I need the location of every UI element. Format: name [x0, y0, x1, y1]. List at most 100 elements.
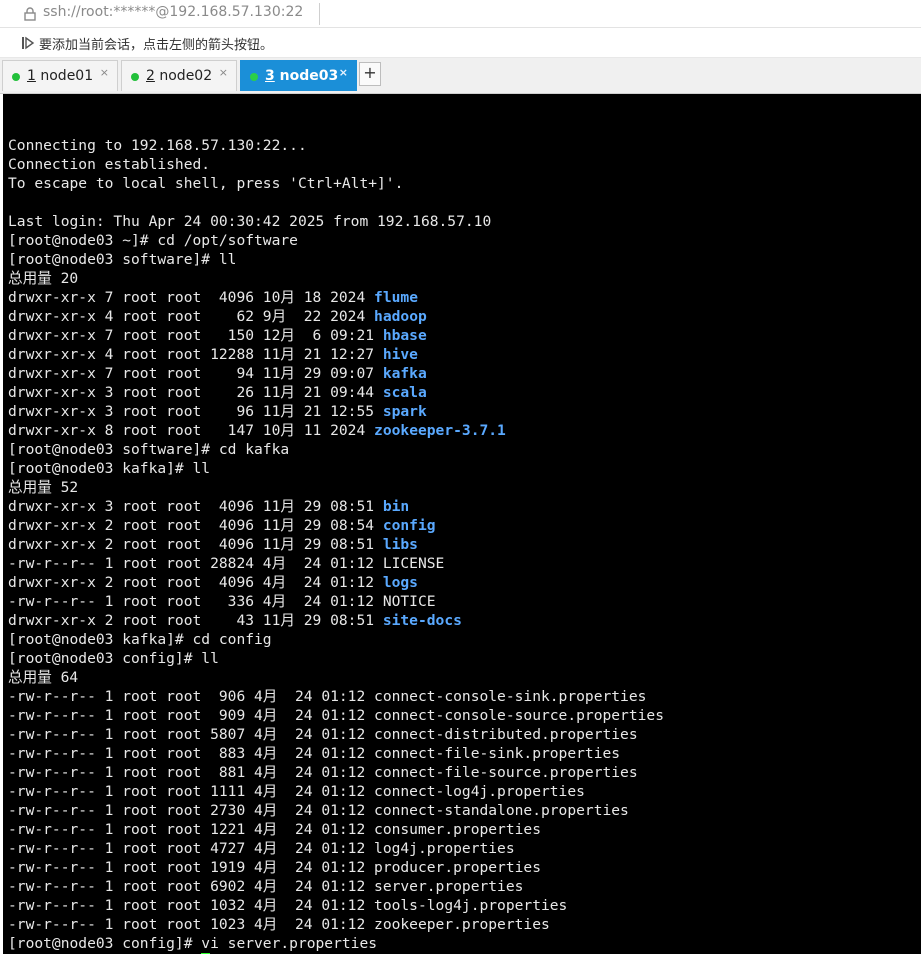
terminal-text: Connection established.	[8, 156, 211, 173]
terminal-text: To escape to local shell, press 'Ctrl+Al…	[8, 175, 404, 192]
terminal-line: -rw-r--r-- 1 root root 28824 4月 24 01:12…	[8, 554, 664, 573]
directory-name: kafka	[382, 365, 427, 382]
terminal-line: [root@node03 kafka]# ll	[8, 459, 664, 478]
terminal-output[interactable]: Connecting to 192.168.57.130:22... Connec…	[3, 94, 921, 954]
terminal-text: Last login: Thu Apr 24 00:30:42 2025 fro…	[8, 213, 492, 230]
address-text[interactable]: ssh://root:******@192.168.57.130:22	[43, 4, 303, 20]
terminal-text: 总用量 52	[8, 479, 79, 496]
terminal-line: 总用量 20	[8, 269, 664, 288]
tab-label: 2 node02	[146, 68, 213, 84]
terminal-line: Connecting to 192.168.57.130:22...	[8, 136, 664, 155]
terminal-line: drwxr-xr-x 4 root root 12288 11月 21 12:2…	[8, 345, 664, 364]
address-bar[interactable]: ssh://root:******@192.168.57.130:22	[0, 0, 921, 28]
tab-node03[interactable]: 3 node03 ×	[240, 60, 357, 91]
terminal-line: drwxr-xr-x 2 root root 4096 4月 24 01:12 …	[8, 573, 664, 592]
tab-node01[interactable]: 1 node01 ×	[2, 60, 118, 91]
terminal-text: drwxr-xr-x 2 root root 4096 11月 29 08:54	[8, 517, 383, 534]
terminal-line: [root@node03 config]# ll	[8, 649, 664, 668]
hint-bar: 要添加当前会话，点击左侧的箭头按钮。	[0, 28, 921, 58]
terminal-text: -rw-r--r-- 1 root root 2730 4月 24 01:12 …	[8, 802, 629, 819]
close-icon[interactable]: ×	[339, 66, 348, 79]
directory-name: hadoop	[374, 308, 427, 325]
terminal-text: -rw-r--r-- 1 root root 4727 4月 24 01:12 …	[8, 840, 515, 857]
directory-name: hive	[382, 346, 418, 363]
terminal-line: -rw-r--r-- 1 root root 881 4月 24 01:12 c…	[8, 763, 664, 782]
session-tab-strip: 1 node01 × 2 node02 × 3 node03 ×	[0, 58, 921, 94]
terminal-lines: Connecting to 192.168.57.130:22... Connec…	[8, 117, 664, 954]
terminal-line: Connection established.	[8, 155, 664, 174]
terminal-text: -rw-r--r-- 1 root root 5807 4月 24 01:12 …	[8, 726, 638, 743]
terminal-text: -rw-r--r-- 1 root root 6902 4月 24 01:12 …	[8, 878, 524, 895]
address-divider	[319, 3, 320, 25]
directory-name: scala	[382, 384, 427, 401]
connected-status-icon	[250, 73, 258, 81]
terminal-text: drwxr-xr-x 4 root root 62 9月 22 2024	[8, 308, 375, 325]
hint-text: 要添加当前会话，点击左侧的箭头按钮。	[39, 38, 274, 53]
terminal-line: [root@node03 ~]# cd /opt/software	[8, 231, 664, 250]
terminal-text: -rw-r--r-- 1 root root 1919 4月 24 01:12 …	[8, 859, 541, 876]
terminal-line: -rw-r--r-- 1 root root 1032 4月 24 01:12 …	[8, 896, 664, 915]
terminal-text: drwxr-xr-x 7 root root 150 12月 6 09:21	[8, 327, 383, 344]
terminal-text: Connecting to 192.168.57.130:22...	[8, 137, 307, 154]
terminal-line: [root@node03 software]# cd kafka	[8, 440, 664, 459]
tab-label: 3 node03	[265, 68, 339, 84]
terminal-text: drwxr-xr-x 2 root root 4096 4月 24 01:12	[8, 574, 383, 591]
terminal-text: -rw-r--r-- 1 root root 1111 4月 24 01:12 …	[8, 783, 585, 800]
directory-name: hbase	[382, 327, 427, 344]
terminal-line: drwxr-xr-x 3 root root 96 11月 21 12:55 s…	[8, 402, 664, 421]
tab-node02[interactable]: 2 node02 ×	[121, 60, 237, 91]
terminal-line: 总用量 64	[8, 668, 664, 687]
tab-label: 1 node01	[27, 68, 94, 84]
terminal-line: -rw-r--r-- 1 root root 1111 4月 24 01:12 …	[8, 782, 664, 801]
terminal-line: -rw-r--r-- 1 root root 1221 4月 24 01:12 …	[8, 820, 664, 839]
terminal-line: [root@node03 kafka]# cd config	[8, 630, 664, 649]
add-session-arrow-icon[interactable]	[20, 35, 36, 51]
terminal-line: [root@node03 config]# vi server.properti…	[8, 934, 664, 953]
terminal-text: [root@node03 software]# cd kafka	[8, 441, 290, 458]
terminal-line: -rw-r--r-- 1 root root 1023 4月 24 01:12 …	[8, 915, 664, 934]
terminal-text: [root@node03 kafka]# cd config	[8, 631, 272, 648]
terminal-line: drwxr-xr-x 7 root root 150 12月 6 09:21 h…	[8, 326, 664, 345]
terminal-line: drwxr-xr-x 7 root root 94 11月 29 09:07 k…	[8, 364, 664, 383]
terminal-line: -rw-r--r-- 1 root root 883 4月 24 01:12 c…	[8, 744, 664, 763]
directory-name: zookeeper-3.7.1	[374, 422, 506, 439]
terminal-line: [root@node03 software]# ll	[8, 250, 664, 269]
terminal-text: [root@node03 config]# vi server.properti…	[8, 935, 378, 952]
terminal-text: -rw-r--r-- 1 root root 881 4月 24 01:12 c…	[8, 764, 638, 781]
terminal-text: [root@node03 kafka]# ll	[8, 460, 211, 477]
terminal-line: -rw-r--r-- 1 root root 336 4月 24 01:12 N…	[8, 592, 664, 611]
terminal-text: -rw-r--r-- 1 root root 336 4月 24 01:12 N…	[8, 593, 436, 610]
terminal-line: -rw-r--r-- 1 root root 906 4月 24 01:12 c…	[8, 687, 664, 706]
terminal-line: drwxr-xr-x 3 root root 4096 11月 29 08:51…	[8, 497, 664, 516]
directory-name: site-docs	[382, 612, 462, 629]
terminal-line: -rw-r--r-- 1 root root 6902 4月 24 01:12 …	[8, 877, 664, 896]
add-tab-button[interactable]: +	[359, 62, 381, 86]
terminal-text: drwxr-xr-x 3 root root 26 11月 21 09:44	[8, 384, 383, 401]
connected-status-icon	[131, 73, 139, 81]
close-icon[interactable]: ×	[100, 66, 109, 79]
terminal-text: -rw-r--r-- 1 root root 906 4月 24 01:12 c…	[8, 688, 647, 705]
directory-name: logs	[382, 574, 418, 591]
terminal-line: drwxr-xr-x 7 root root 4096 10月 18 2024 …	[8, 288, 664, 307]
terminal-line: Last login: Thu Apr 24 00:30:42 2025 fro…	[8, 212, 664, 231]
terminal-text: -rw-r--r-- 1 root root 1032 4月 24 01:12 …	[8, 897, 568, 914]
close-icon[interactable]: ×	[219, 66, 228, 79]
terminal-line: drwxr-xr-x 2 root root 43 11月 29 08:51 s…	[8, 611, 664, 630]
lock-icon	[24, 7, 36, 21]
directory-name: bin	[382, 498, 410, 515]
terminal-text: -rw-r--r-- 1 root root 1023 4月 24 01:12 …	[8, 916, 550, 933]
terminal-text: 总用量 20	[8, 270, 79, 287]
directory-name: flume	[374, 289, 418, 306]
terminal-line: drwxr-xr-x 2 root root 4096 11月 29 08:51…	[8, 535, 664, 554]
terminal-text: drwxr-xr-x 3 root root 4096 11月 29 08:51	[8, 498, 383, 515]
terminal-text: [root@node03 software]# ll	[8, 251, 237, 268]
terminal-line: -rw-r--r-- 1 root root 4727 4月 24 01:12 …	[8, 839, 664, 858]
terminal-line: drwxr-xr-x 2 root root 4096 11月 29 08:54…	[8, 516, 664, 535]
terminal-line: To escape to local shell, press 'Ctrl+Al…	[8, 174, 664, 193]
terminal-line: drwxr-xr-x 8 root root 147 10月 11 2024 z…	[8, 421, 664, 440]
terminal-text: drwxr-xr-x 3 root root 96 11月 21 12:55	[8, 403, 383, 420]
terminal-line: -rw-r--r-- 1 root root 5807 4月 24 01:12 …	[8, 725, 664, 744]
terminal-text: 总用量 64	[8, 669, 79, 686]
